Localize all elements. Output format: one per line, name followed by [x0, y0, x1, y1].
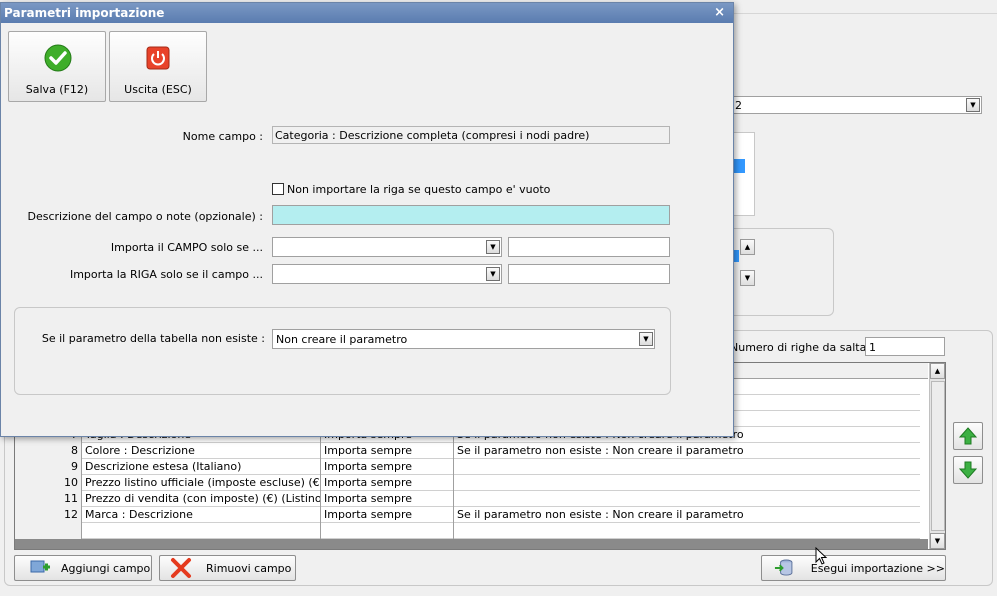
- move-down-button[interactable]: [953, 456, 983, 484]
- row-modo: Importa sempre: [321, 459, 454, 475]
- row-campo: Marca : Descrizione: [82, 507, 321, 523]
- row-modo: Importa sempre: [321, 507, 454, 523]
- dialog-title: Parametri importazione: [4, 6, 165, 20]
- nome-campo-readonly: Categoria : Descrizione completa (compre…: [272, 126, 670, 144]
- import-format-combo-text: 2: [735, 99, 742, 112]
- importa-riga-value-input[interactable]: [508, 264, 670, 284]
- checkmark-icon: [44, 44, 72, 72]
- order-groupbox: [720, 228, 834, 316]
- chevron-down-icon[interactable]: ▼: [966, 98, 980, 112]
- mouse-cursor-icon: [815, 547, 828, 565]
- row-modo: Importa sempre: [321, 443, 454, 459]
- row-number: 8: [15, 443, 82, 459]
- parametro-label: Se il parametro della tabella non esiste…: [41, 332, 265, 345]
- sheet-listbox-selection: [733, 159, 745, 173]
- row-modo: Importa sempre: [321, 491, 454, 507]
- run-import-button[interactable]: Esegui importazione >>: [761, 555, 946, 581]
- move-up-button[interactable]: [953, 422, 983, 450]
- skip-empty-checkbox[interactable]: [272, 183, 284, 195]
- row-number: 11: [15, 491, 82, 507]
- table-row[interactable]: 8 Colore : Descrizione Importa sempre Se…: [15, 443, 920, 459]
- righe-saltare-label: Numero di righe da saltare :: [730, 341, 885, 354]
- row-campo: Prezzo listino ufficiale (imposte esclus…: [82, 475, 321, 491]
- scroll-up-icon[interactable]: ▲: [930, 363, 945, 379]
- grid-hscroll[interactable]: [15, 539, 928, 549]
- scroll-down-icon[interactable]: ▼: [740, 270, 755, 286]
- row-modo: [321, 523, 454, 539]
- descrizione-label: Descrizione del campo o note (opzionale)…: [27, 210, 263, 223]
- arrow-up-icon: [958, 427, 978, 445]
- row-campo: [82, 523, 321, 539]
- importa-riga-label: Importa la RIGA solo se il campo ...: [69, 268, 263, 281]
- import-params-dialog: Parametri importazione × Salva (F12) Usc…: [0, 2, 734, 437]
- righe-saltare-input[interactable]: 1: [865, 337, 945, 356]
- table-row[interactable]: 9 Descrizione estesa (Italiano) Importa …: [15, 459, 920, 475]
- importa-campo-label: Importa il CAMPO solo se ...: [110, 241, 263, 254]
- parametro-select[interactable]: Non creare il parametro ▼: [272, 329, 655, 349]
- righe-saltare-value: 1: [869, 341, 876, 354]
- row-number: 12: [15, 507, 82, 523]
- row-param: Se il parametro non esiste : Non creare …: [457, 508, 744, 521]
- add-field-button[interactable]: Aggiungi campo: [14, 555, 152, 581]
- nome-campo-value: Categoria : Descrizione completa (compre…: [275, 129, 590, 142]
- remove-field-label: Rimuovi campo: [206, 561, 292, 575]
- remove-x-icon: [171, 558, 191, 578]
- database-import-icon: [774, 559, 793, 576]
- dialog-titlebar: Parametri importazione ×: [1, 3, 733, 23]
- add-field-label: Aggiungi campo: [61, 561, 151, 575]
- grid-vscroll[interactable]: ▲ ▼: [929, 363, 945, 549]
- descrizione-input[interactable]: [272, 205, 670, 225]
- scroll-down-icon[interactable]: ▼: [930, 533, 945, 549]
- row-param: Se il parametro non esiste : Non creare …: [457, 444, 744, 457]
- exit-label: Uscita (ESC): [124, 83, 192, 96]
- row-param: [454, 491, 920, 507]
- import-format-combo[interactable]: 2 ▼: [733, 96, 982, 114]
- close-icon[interactable]: ×: [714, 3, 725, 23]
- nome-campo-label: Nome campo :: [182, 130, 263, 143]
- chevron-down-icon[interactable]: ▼: [486, 240, 500, 254]
- table-row[interactable]: [15, 523, 920, 539]
- row-number: 10: [15, 475, 82, 491]
- skip-empty-label: Non importare la riga se questo campo e'…: [287, 183, 551, 196]
- save-label: Salva (F12): [25, 83, 89, 96]
- save-button[interactable]: Salva (F12): [8, 31, 106, 102]
- row-campo: Colore : Descrizione: [82, 443, 321, 459]
- power-icon: [146, 46, 170, 70]
- row-param: [454, 475, 920, 491]
- importa-riga-condition-select[interactable]: ▼: [272, 264, 502, 284]
- arrow-down-icon: [958, 461, 978, 479]
- row-campo: Descrizione estesa (Italiano): [82, 459, 321, 475]
- row-modo: Importa sempre: [321, 475, 454, 491]
- importa-campo-value-input[interactable]: [508, 237, 670, 257]
- scroll-up-icon[interactable]: ▲: [740, 239, 755, 255]
- table-row[interactable]: 10 Prezzo listino ufficiale (imposte esc…: [15, 475, 920, 491]
- add-field-icon: [30, 560, 50, 573]
- run-import-label: Esegui importazione >>: [810, 561, 945, 575]
- chevron-down-icon[interactable]: ▼: [639, 332, 653, 346]
- remove-field-button[interactable]: Rimuovi campo: [159, 555, 296, 581]
- row-number: 9: [15, 459, 82, 475]
- row-campo: Prezzo di vendita (con imposte) (€) (Lis…: [82, 491, 321, 507]
- parametro-value: Non creare il parametro: [276, 333, 408, 346]
- table-row[interactable]: 12 Marca : Descrizione Importa sempre Se…: [15, 507, 920, 523]
- chevron-down-icon[interactable]: ▼: [486, 267, 500, 281]
- importa-campo-condition-select[interactable]: ▼: [272, 237, 502, 257]
- scroll-thumb[interactable]: [931, 381, 945, 531]
- sheet-listbox[interactable]: [733, 132, 755, 216]
- table-row[interactable]: 11 Prezzo di vendita (con imposte) (€) (…: [15, 491, 920, 507]
- row-param: [454, 459, 920, 475]
- row-number: [15, 523, 82, 539]
- exit-button[interactable]: Uscita (ESC): [109, 31, 207, 102]
- parametro-groupbox: [14, 307, 671, 395]
